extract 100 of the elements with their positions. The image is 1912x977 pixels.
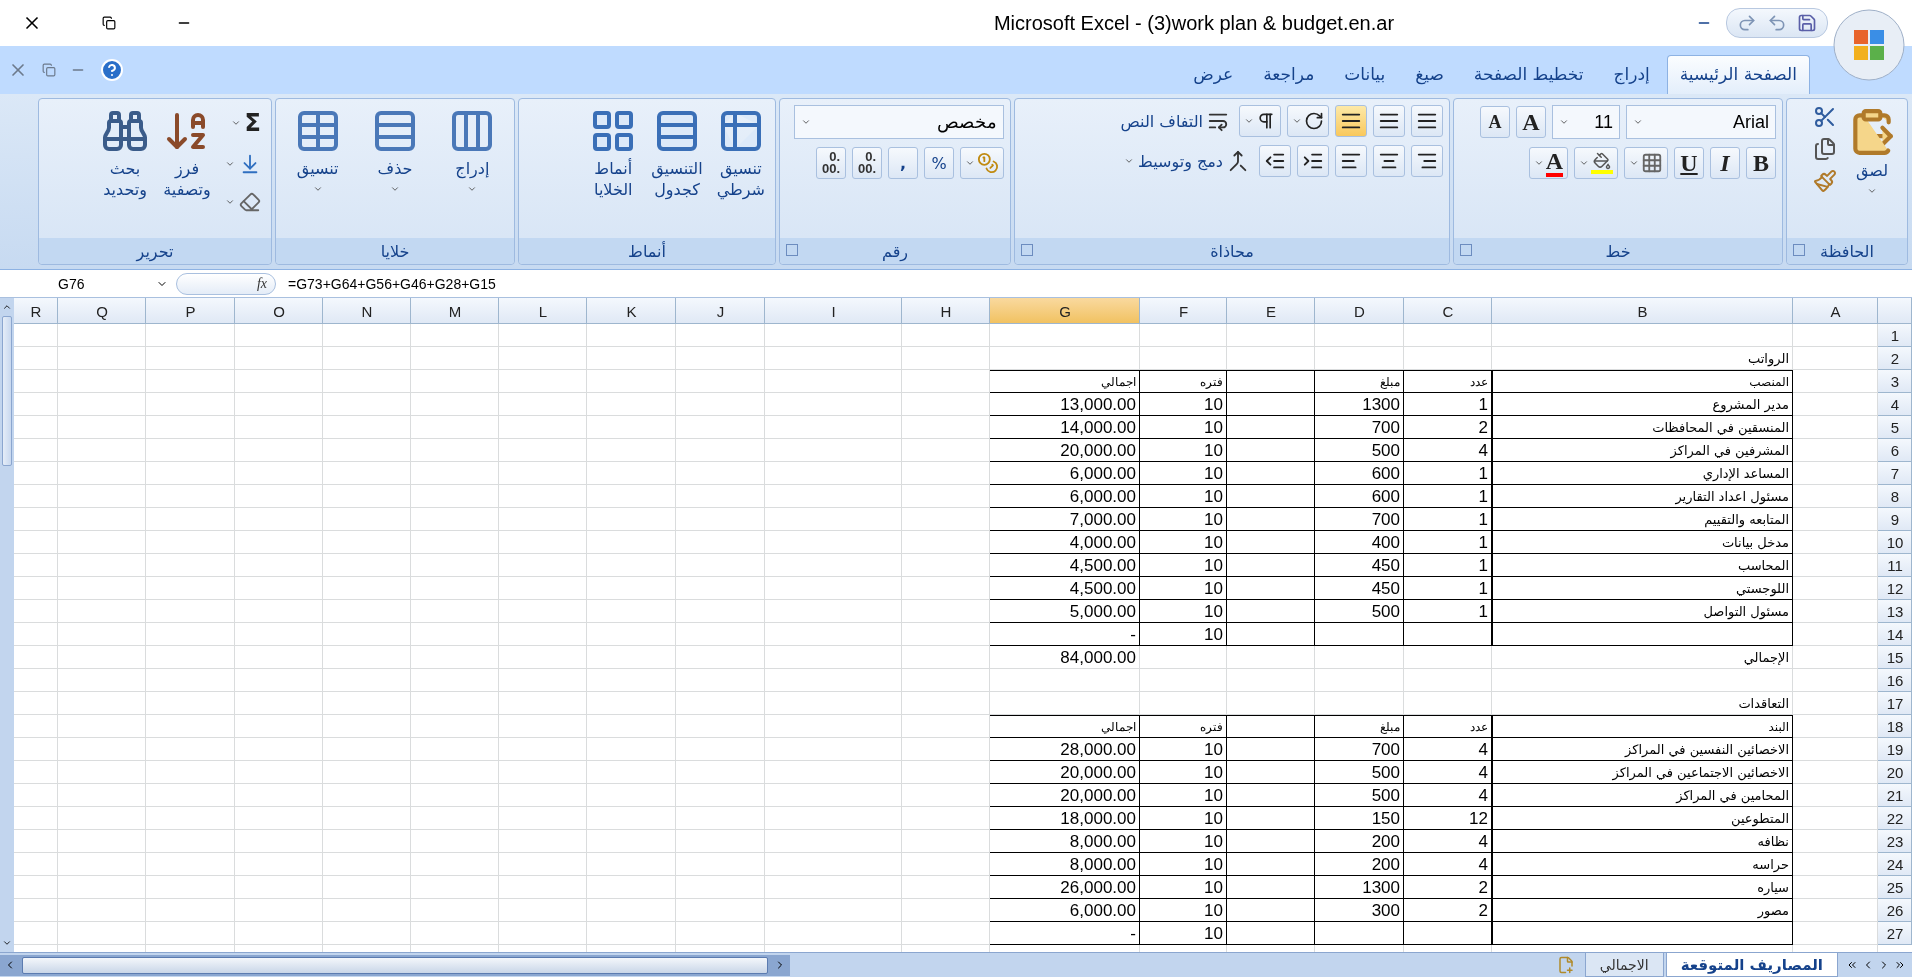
editing-button[interactable]: بحث وتحديد — [97, 105, 153, 203]
dropdown-caret-icon[interactable] — [1579, 158, 1589, 168]
ribbon-tab[interactable]: تخطيط الصفحة — [1460, 55, 1597, 94]
dropdown-caret-icon[interactable] — [801, 117, 811, 127]
scrollbar-thumb[interactable] — [2, 316, 12, 466]
row-header[interactable]: 8 — [1878, 485, 1912, 508]
vertical-align-button[interactable] — [1411, 105, 1443, 137]
column-header[interactable]: L — [499, 298, 587, 324]
dropdown-caret-icon[interactable] — [1292, 116, 1302, 126]
dropdown-caret-icon[interactable] — [1124, 156, 1134, 166]
comma-button[interactable]: , — [888, 147, 918, 179]
restore-icon[interactable] — [102, 16, 116, 30]
dialog-launcher-icon[interactable] — [1021, 244, 1033, 256]
dropdown-caret-icon[interactable] — [1244, 116, 1254, 126]
row-header[interactable]: 16 — [1878, 669, 1912, 692]
column-header[interactable]: Q — [58, 298, 146, 324]
dropdown-caret-icon[interactable] — [1559, 117, 1569, 127]
cells-button[interactable]: إدراج — [436, 105, 508, 196]
cells-button[interactable]: تنسيق — [282, 105, 354, 196]
dialog-launcher-icon[interactable] — [1460, 244, 1472, 256]
office-button-icon[interactable] — [1832, 8, 1906, 82]
sheet-tab[interactable]: الاجمالي — [1584, 953, 1664, 977]
shrink-font-button[interactable]: A — [1480, 106, 1510, 138]
row-header[interactable]: 23 — [1878, 830, 1912, 853]
undo-icon[interactable] — [1767, 13, 1787, 33]
styles-button[interactable]: أنماط الخلايا — [585, 105, 642, 203]
dropdown-caret-icon[interactable] — [230, 118, 241, 128]
help-icon[interactable] — [100, 58, 124, 82]
column-header[interactable]: B — [1492, 298, 1793, 324]
column-header[interactable]: R — [14, 298, 58, 324]
row-header[interactable]: 21 — [1878, 784, 1912, 807]
format-painter-icon[interactable] — [1813, 169, 1837, 193]
row-header[interactable]: 22 — [1878, 807, 1912, 830]
font-size-field[interactable]: 11 — [1552, 105, 1620, 139]
vertical-scrollbar[interactable] — [0, 298, 14, 952]
select-all-corner[interactable] — [1878, 298, 1912, 324]
styles-button[interactable]: التنسيق كجدول — [647, 105, 707, 203]
row-header[interactable]: 12 — [1878, 577, 1912, 600]
column-header[interactable]: E — [1227, 298, 1315, 324]
last-sheet-icon[interactable] — [1894, 959, 1906, 971]
save-icon[interactable] — [1797, 13, 1817, 33]
editing-button[interactable]: فرز وتصفية — [159, 105, 215, 203]
ribbon-tab[interactable]: مراجعة — [1250, 55, 1328, 94]
autosum-button[interactable]: Σ — [221, 105, 265, 141]
row-header[interactable]: 19 — [1878, 738, 1912, 761]
indent-decrease-button[interactable] — [1259, 145, 1291, 177]
dropdown-caret-icon[interactable] — [1633, 117, 1643, 127]
horizontal-scrollbar[interactable] — [0, 954, 790, 976]
number-format-field[interactable]: مخصص — [794, 105, 1004, 139]
scrollbar-thumb[interactable] — [22, 956, 768, 974]
column-header[interactable]: N — [323, 298, 411, 324]
copy-icon[interactable] — [1813, 137, 1837, 161]
indent-increase-button[interactable] — [1297, 145, 1329, 177]
dropdown-caret-icon[interactable] — [225, 197, 235, 207]
font-style-button[interactable]: U — [1674, 147, 1704, 179]
paste-button[interactable]: لصق — [1843, 105, 1901, 198]
align-left-button[interactable] — [1335, 145, 1367, 177]
cut-icon[interactable] — [1813, 105, 1837, 129]
row-header[interactable]: 27 — [1878, 922, 1912, 945]
borders-button[interactable] — [1624, 147, 1668, 179]
dropdown-caret-icon[interactable] — [1629, 158, 1639, 168]
vertical-align-button[interactable] — [1373, 105, 1405, 137]
row-header[interactable]: 13 — [1878, 600, 1912, 623]
column-header[interactable]: J — [676, 298, 765, 324]
cells-button[interactable]: حذف — [359, 105, 431, 196]
row-header[interactable]: 11 — [1878, 554, 1912, 577]
formula-field[interactable]: =G73+G64+G56+G46+G28+G15 — [276, 275, 1912, 292]
text-direction-button[interactable] — [1239, 105, 1281, 137]
row-header[interactable]: 6 — [1878, 439, 1912, 462]
column-header[interactable]: G — [990, 298, 1140, 324]
insert-sheet-icon[interactable] — [1556, 956, 1575, 974]
merge-center-button[interactable]: دمج وتوسيط — [1120, 146, 1253, 176]
row-header[interactable]: 14 — [1878, 623, 1912, 646]
first-sheet-icon[interactable] — [1846, 959, 1858, 971]
dialog-launcher-icon[interactable] — [1793, 244, 1805, 256]
dialog-launcher-icon[interactable] — [786, 244, 798, 256]
name-box[interactable]: G76 — [0, 275, 176, 292]
column-header[interactable]: A — [1793, 298, 1878, 324]
dropdown-caret-icon[interactable] — [965, 158, 975, 168]
ribbon-tab[interactable]: بيانات — [1331, 55, 1399, 94]
ribbon-tab[interactable]: صيغ — [1402, 55, 1457, 94]
orientation-button[interactable] — [1287, 105, 1329, 137]
align-right-button[interactable] — [1411, 145, 1443, 177]
insert-function-button[interactable]: fx — [176, 272, 276, 295]
column-header[interactable]: O — [235, 298, 323, 324]
row-header[interactable]: 18 — [1878, 715, 1912, 738]
styles-button[interactable]: تنسيق شرطي — [712, 105, 769, 203]
font-style-button[interactable]: B — [1746, 147, 1776, 179]
row-header[interactable]: 25 — [1878, 876, 1912, 899]
ribbon-tab[interactable]: عرض — [1180, 55, 1247, 94]
font-style-button[interactable]: I — [1710, 147, 1740, 179]
wrap-text-button[interactable]: التفاف النص — [1116, 106, 1233, 136]
row-header[interactable]: 7 — [1878, 462, 1912, 485]
row-header[interactable]: 9 — [1878, 508, 1912, 531]
grow-font-button[interactable]: A — [1516, 106, 1546, 138]
column-header[interactable]: K — [587, 298, 676, 324]
percent-button[interactable]: % — [924, 147, 954, 179]
sheet-tab[interactable]: المصاريف المتوقعة — [1665, 953, 1838, 977]
fill-color-button[interactable] — [1574, 147, 1618, 179]
ribbon-tab[interactable]: إدراج — [1600, 55, 1663, 94]
